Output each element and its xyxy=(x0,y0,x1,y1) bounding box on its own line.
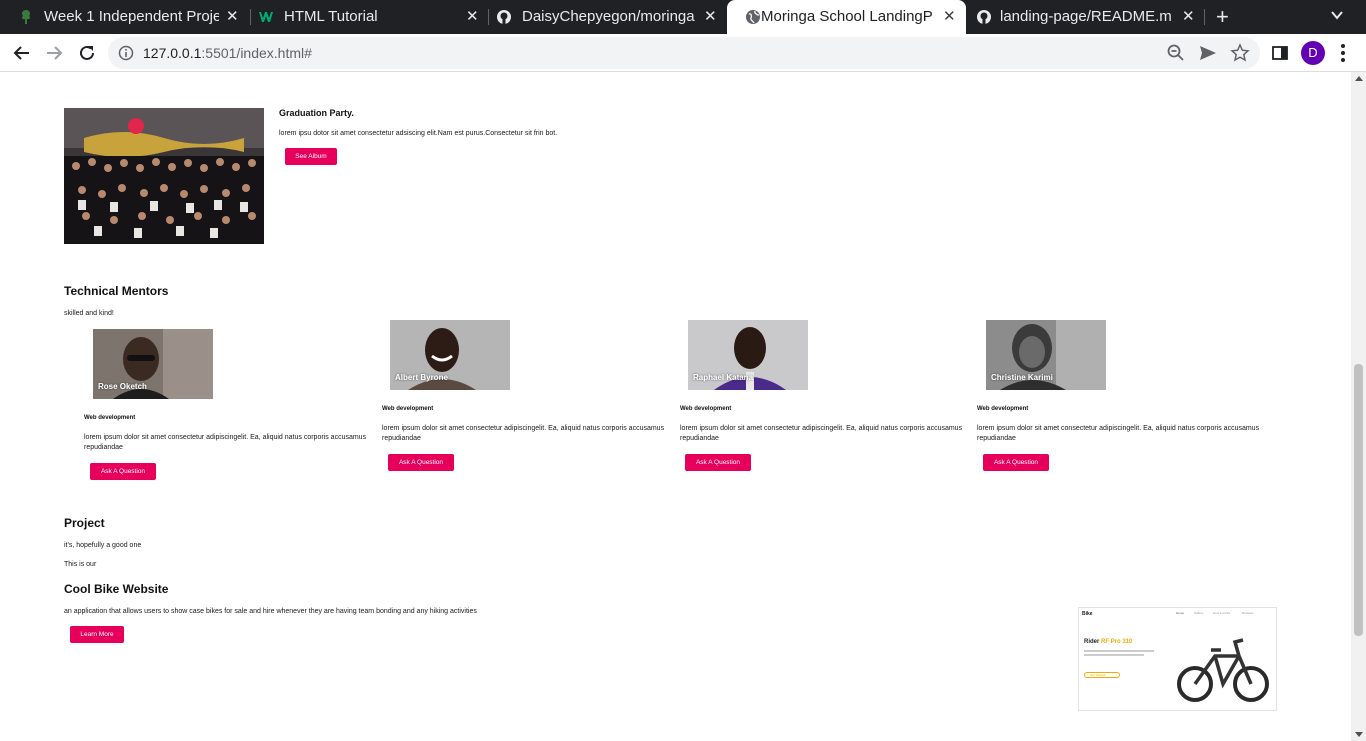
profile-avatar[interactable]: D xyxy=(1301,41,1325,65)
scrollbar-thumb[interactable] xyxy=(1354,364,1363,636)
project-subtitle: it's, hopefully a good one xyxy=(64,542,142,549)
close-tab-icon[interactable]: ✕ xyxy=(943,7,956,25)
graduation-photo xyxy=(64,108,264,244)
bike-website-screenshot: Bike Home Gallery How it works Reviews R… xyxy=(1078,607,1277,711)
tab-title: HTML Tutorial xyxy=(284,8,378,25)
mentor-role: Web development xyxy=(84,415,136,421)
reload-icon[interactable] xyxy=(75,41,99,65)
mentors-subtitle: skilled and kind! xyxy=(64,310,114,317)
graduation-title: Graduation Party. xyxy=(279,108,354,118)
more-menu-icon[interactable] xyxy=(1340,42,1346,64)
tab-title: DaisyChepyegon/moringa xyxy=(522,8,695,25)
project-name: Cool Bike Website xyxy=(64,582,169,596)
close-tab-icon[interactable]: ✕ xyxy=(704,7,717,25)
tab-search-chevron-down-icon[interactable] xyxy=(1330,8,1344,22)
url-text: 127.0.0.1:5501/index.html# xyxy=(143,45,312,61)
ask-question-button[interactable]: Ask A Question xyxy=(685,454,751,471)
mentor-name: Rose Oketch xyxy=(98,382,147,391)
close-tab-icon[interactable]: ✕ xyxy=(466,7,479,25)
browser-tab-strip: Week 1 Independent Proje ✕ HTML Tutorial… xyxy=(0,0,1366,34)
bike-headline-a: Rider xyxy=(1084,639,1100,645)
url-host: 127.0.0.1 xyxy=(143,45,202,61)
scroll-down-arrow-icon[interactable] xyxy=(1355,732,1363,737)
mentor-role: Web development xyxy=(977,406,1029,412)
mentor-name: Albert Byrone xyxy=(395,373,448,382)
tab-title: landing-page/README.m xyxy=(1000,8,1172,25)
bike-nav-gallery: Gallery xyxy=(1194,611,1204,615)
graduation-text: lorem ipsu dotor sit amet consectetur ad… xyxy=(279,130,558,137)
scroll-up-arrow-icon[interactable] xyxy=(1355,76,1363,81)
learn-more-button[interactable]: Learn More xyxy=(70,626,124,643)
mentors-heading: Technical Mentors xyxy=(64,284,169,298)
page-viewport: Graduation Party. lorem ipsu dotor sit a… xyxy=(0,72,1351,741)
page-scrollbar[interactable] xyxy=(1351,72,1366,741)
bike-nav-reviews: Reviews xyxy=(1242,611,1254,615)
mentor-description: lorem ipsum dolor sit amet consectetur a… xyxy=(84,434,367,451)
address-bar[interactable]: 127.0.0.1:5501/index.html# xyxy=(108,37,1260,69)
bike-headline: Rider RF Pro 310 xyxy=(1084,639,1132,645)
mentor-photo: Rose Oketch xyxy=(93,329,213,399)
bike-cta-label: Get Started xyxy=(1090,673,1106,677)
forward-arrow-icon[interactable] xyxy=(42,41,66,65)
bookmark-star-icon[interactable] xyxy=(1230,43,1250,63)
mentor-description: lorem ipsum dolor sit amet consectetur a… xyxy=(382,425,665,442)
tree-favicon-icon xyxy=(21,10,31,24)
browser-toolbar: 127.0.0.1:5501/index.html# D xyxy=(0,34,1366,72)
github-favicon-icon xyxy=(977,10,991,24)
bike-nav-home: Home xyxy=(1176,611,1185,615)
browser-tab[interactable]: DaisyChepyegon/moringa ✕ xyxy=(478,0,726,34)
mentor-description: lorem ipsum dolor sit amet consectetur a… xyxy=(680,425,963,442)
mentor-photo: Christine Karimi xyxy=(986,320,1106,390)
bike-logo: Bike xyxy=(1082,611,1093,617)
ask-question-button[interactable]: Ask A Question xyxy=(388,454,454,471)
mentor-photo: Albert Byrone xyxy=(390,320,510,390)
bike-image xyxy=(1177,638,1269,702)
bike-text-line xyxy=(1084,650,1154,652)
tab-title: Moringa School LandingP xyxy=(761,8,933,25)
tab-divider xyxy=(1204,9,1205,25)
bike-nav-how: How it works xyxy=(1213,611,1231,615)
w3schools-favicon-icon xyxy=(259,12,273,22)
url-path: :5501/index.html# xyxy=(201,45,312,61)
project-intro: This is our xyxy=(64,561,97,568)
mentor-name: Christine Karimi xyxy=(991,373,1053,382)
browser-tab[interactable]: landing-page/README.m ✕ xyxy=(966,0,1204,34)
bike-headline-b: RF Pro 310 xyxy=(1101,639,1133,645)
browser-tab[interactable]: Week 1 Independent Proje ✕ xyxy=(0,0,250,34)
mentor-description: lorem ipsum dolor sit amet consectetur a… xyxy=(977,425,1260,442)
ask-question-button[interactable]: Ask A Question xyxy=(90,463,156,480)
mentor-photo: Raphael Katana xyxy=(688,320,808,390)
globe-favicon-icon xyxy=(746,10,760,24)
mentor-role: Web development xyxy=(680,406,732,412)
send-share-icon[interactable] xyxy=(1198,43,1218,63)
graduation-group-image xyxy=(64,108,264,244)
side-panel-icon[interactable] xyxy=(1270,43,1290,63)
mentor-name: Raphael Katana xyxy=(693,373,754,382)
ask-question-button[interactable]: Ask A Question xyxy=(983,454,1049,471)
site-info-icon[interactable] xyxy=(118,45,134,61)
browser-tab-active[interactable]: Moringa School LandingP ✕ xyxy=(727,0,966,34)
back-arrow-icon[interactable] xyxy=(10,41,34,65)
new-tab-plus-icon[interactable]: + xyxy=(1216,4,1229,30)
browser-tab[interactable]: HTML Tutorial ✕ xyxy=(240,0,488,34)
zoom-out-icon[interactable] xyxy=(1166,43,1186,63)
project-description: an application that allows users to show… xyxy=(64,608,477,615)
close-tab-icon[interactable]: ✕ xyxy=(226,7,239,25)
close-tab-icon[interactable]: ✕ xyxy=(1182,7,1195,25)
bike-text-line xyxy=(1084,654,1144,656)
mentor-role: Web development xyxy=(382,406,434,412)
project-heading: Project xyxy=(64,516,105,530)
github-favicon-icon xyxy=(497,10,511,24)
tab-title: Week 1 Independent Proje xyxy=(44,8,219,25)
see-album-button[interactable]: See Album xyxy=(285,148,337,165)
